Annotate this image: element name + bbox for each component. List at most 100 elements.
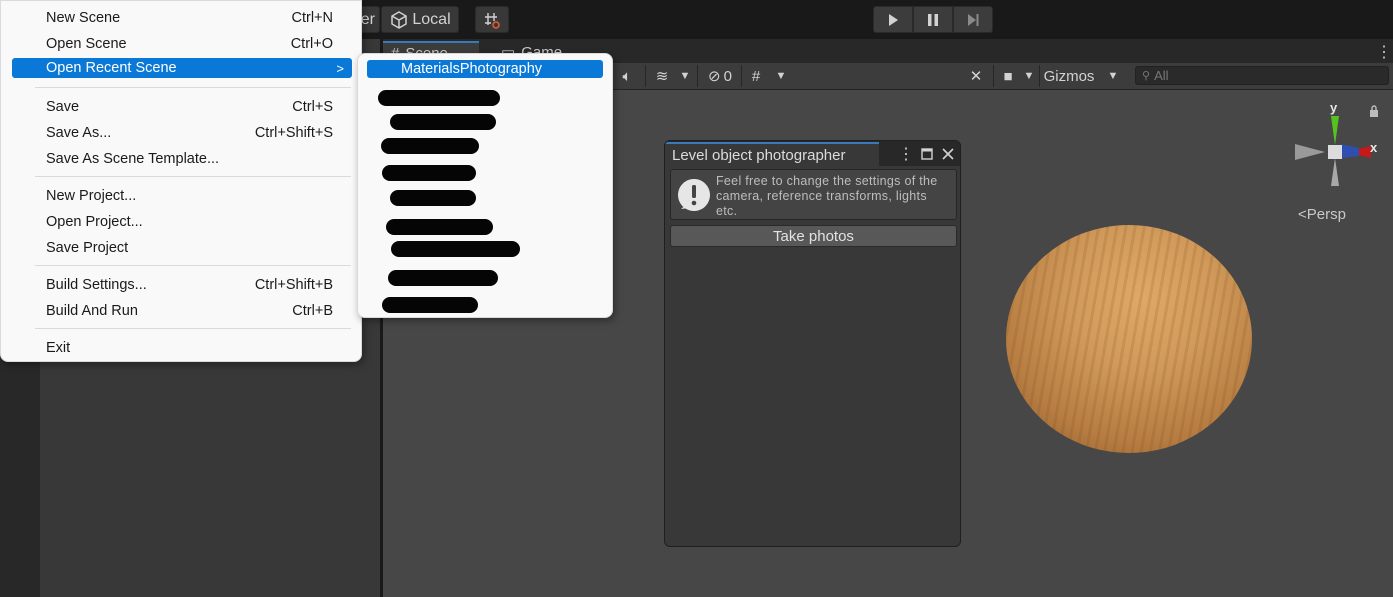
step-button[interactable] [953,6,993,33]
menu-item-open-project[interactable]: Open Project... [12,210,352,234]
textured-sphere[interactable] [1006,225,1252,453]
chevron-down-icon: ▼ [1107,70,1119,82]
menu-item-label: Save As... [46,125,112,141]
window-tab[interactable]: Level object photographer [665,142,879,166]
menu-item-open-scene[interactable]: Open Scene Ctrl+O [12,32,352,56]
gizmos-dropdown[interactable]: ▼ [1105,63,1121,89]
effects-toggle[interactable]: ≋ [649,63,675,89]
menu-item-save-as-scene-template[interactable]: Save As Scene Template... [12,147,352,171]
photographer-window: Level object photographer ⋮ Feel free to… [664,140,961,547]
chevron-down-icon: ▼ [679,70,691,82]
step-icon [968,13,979,26]
gizmo-y-label: y [1330,100,1338,115]
effects-dropdown[interactable]: ▼ [677,63,693,89]
menu-item-label: Save Project [46,240,129,256]
grid-dropdown[interactable]: ▼ [773,63,789,89]
redacted-recent-scene[interactable] [381,138,479,154]
maximize-icon [921,148,933,160]
menu-item-label: Open Project... [46,214,143,230]
take-photos-label: Take photos [773,227,854,245]
projection-label: Persp [1306,206,1346,223]
grid-snap-icon [485,12,500,29]
snap-toggle[interactable] [475,6,509,33]
camera-icon: ■ [1003,67,1013,85]
menu-item-build-and-run[interactable]: Build And Run Ctrl+B [12,299,352,323]
menu-separator [35,87,351,88]
recent-scene-item[interactable]: MaterialsPhotography [367,60,603,78]
gizmos-toggle[interactable]: Gizmos [1041,63,1097,89]
menu-item-label: Save [46,99,80,115]
menu-item-shortcut: Ctrl+Shift+B [254,277,333,293]
menu-item-save-as[interactable]: Save As... Ctrl+Shift+S [12,121,352,145]
play-button[interactable] [873,6,913,33]
menu-item-exit[interactable]: Exit [12,336,352,360]
menu-item-label: New Project... [46,188,137,204]
menu-item-shortcut: Ctrl+S [292,99,333,115]
menu-item-open-recent-scene[interactable]: Open Recent Scene > [12,58,352,78]
menu-item-new-project[interactable]: New Project... [12,184,352,208]
tools-toggle[interactable]: ✕ [963,63,989,89]
menu-item-save[interactable]: Save Ctrl+S [12,95,352,119]
speaker-icon: 🔈︎ [622,67,632,85]
take-photos-button[interactable]: Take photos [670,225,957,247]
menu-item-new-scene[interactable]: New Scene Ctrl+N [12,6,352,30]
redacted-recent-scene[interactable] [386,219,493,235]
redacted-recent-scene[interactable] [382,165,476,181]
gizmo-x-label: x [1370,140,1378,155]
help-text: Feel free to change the settings of the … [716,174,938,218]
tools-icon: ✕ [969,68,983,85]
menu-item-shortcut: Ctrl+Shift+S [254,125,333,141]
pause-icon [928,13,938,26]
menu-separator [35,328,351,329]
menu-item-label: New Scene [46,10,121,26]
help-box: Feel free to change the settings of the … [670,169,957,220]
pivot-toggle-label: er [360,10,375,28]
menu-item-save-project[interactable]: Save Project [12,236,352,260]
menu-item-build-settings[interactable]: Build Settings... Ctrl+Shift+B [12,273,352,297]
y-axis-cone[interactable] [1331,116,1339,145]
neg-y-axis-cone[interactable] [1331,158,1339,186]
chevron-down-icon: ▼ [1023,70,1035,82]
recent-scene-label: MaterialsPhotography [401,61,543,77]
window-menu-button[interactable]: ⋮ [898,143,914,165]
redacted-recent-scene[interactable] [390,114,496,130]
persp-icon: < [1298,206,1307,223]
scene-search-input[interactable]: ⚲ All [1135,66,1389,85]
file-menu: New Scene Ctrl+N Open Scene Ctrl+O Open … [0,0,362,362]
redacted-recent-scene[interactable] [391,241,520,257]
more-vertical-icon: ⋮ [1376,44,1392,61]
redacted-recent-scene[interactable] [388,270,498,286]
chevron-down-icon: ▼ [775,70,787,82]
space-toggle[interactable]: Local [381,6,459,33]
play-icon [889,13,898,26]
tab-menu-button[interactable]: ⋮ [1368,41,1392,63]
menu-item-label: Build And Run [46,303,138,319]
layers-icon: ≋ [655,68,669,85]
camera-toggle[interactable]: ■ [997,63,1019,89]
menu-item-shortcut: Ctrl+N [291,10,334,26]
redacted-recent-scene[interactable] [378,90,500,106]
projection-toggle[interactable]: <Persp [1298,206,1346,223]
lock-icon[interactable] [1368,104,1380,118]
menu-separator [35,176,351,177]
submenu-arrow-icon: > [336,61,344,76]
hidden-objects-count: 0 [723,67,732,85]
gizmo-center-cube[interactable] [1328,145,1342,159]
redacted-recent-scene[interactable] [390,190,476,206]
playmode-controls [873,6,993,33]
menu-item-label: Build Settings... [46,277,147,293]
neg-x-axis-cone[interactable] [1295,144,1325,160]
more-vertical-icon: ⋮ [898,146,914,163]
eye-slash-icon: ⊘ [708,68,721,85]
close-button[interactable] [939,143,957,165]
camera-dropdown[interactable]: ▼ [1021,63,1037,89]
grid-icon: # [751,67,761,85]
grid-toggle[interactable]: # [745,63,767,89]
pause-button[interactable] [913,6,953,33]
maximize-button[interactable] [918,143,936,165]
hidden-objects-toggle[interactable]: ⊘ 0 [701,63,739,89]
redacted-recent-scene[interactable] [382,297,478,313]
z-axis-cone[interactable] [1341,144,1359,158]
menu-item-label: Save As Scene Template... [46,151,220,167]
audio-toggle[interactable]: 🔈︎ [613,63,641,89]
